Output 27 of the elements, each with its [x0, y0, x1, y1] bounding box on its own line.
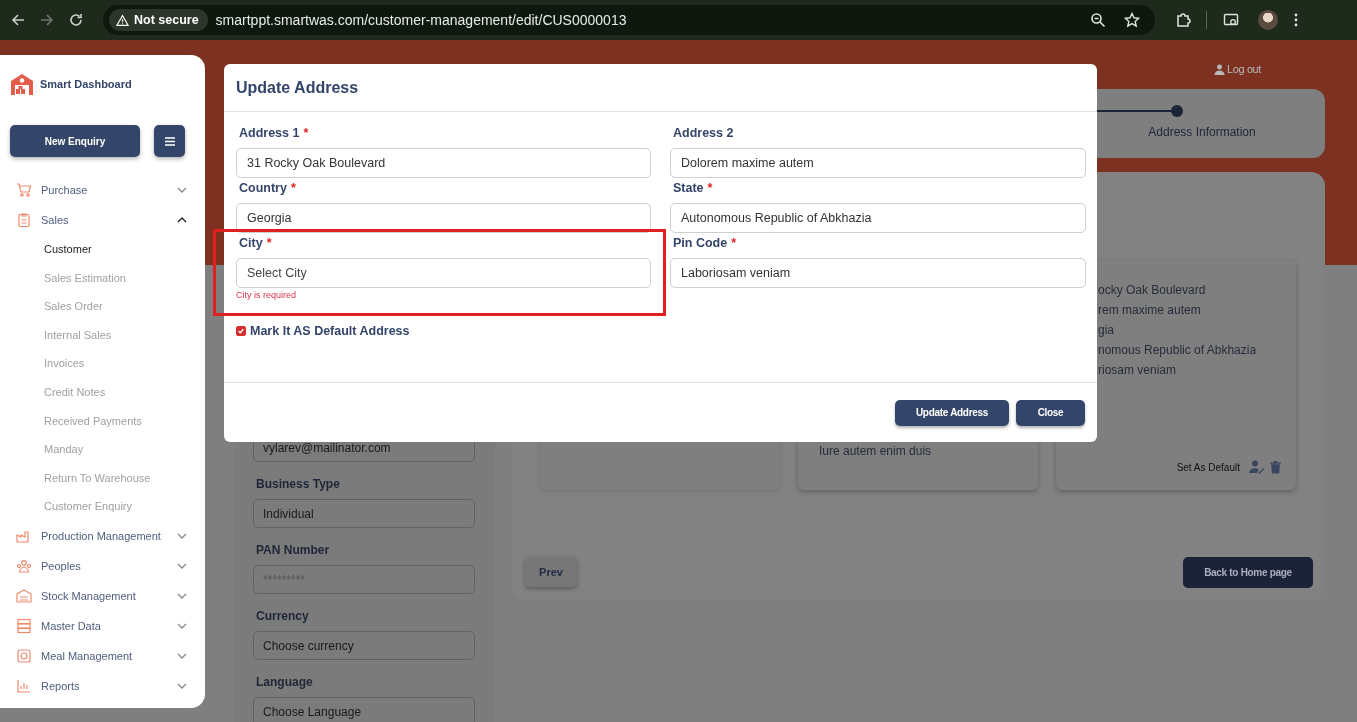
checkbox-label: Mark It AS Default Address: [250, 324, 410, 338]
error-message: City is required: [236, 290, 297, 300]
required-mark: *: [731, 236, 737, 252]
required-mark: *: [266, 236, 272, 252]
field-label: State: [673, 181, 704, 197]
field-label: Currency: [256, 609, 310, 623]
address-line: gia: [1098, 322, 1115, 339]
required-mark: *: [707, 181, 713, 197]
address-line: riosam veniam: [1098, 362, 1178, 379]
field-label: Address 1: [239, 126, 300, 142]
address-line: nomous Republic of Abkhazia: [1098, 342, 1258, 359]
field-label: PAN Number: [256, 543, 331, 557]
field-label: City: [239, 236, 263, 252]
required-mark: *: [303, 126, 309, 142]
field-label: Pin Code: [673, 236, 728, 252]
field-label: Address 2: [673, 126, 734, 142]
brand-name: Smart Dashboard: [40, 78, 132, 90]
field-label: Language: [256, 675, 314, 689]
address-line: ocky Oak Boulevard: [1098, 282, 1207, 299]
address-line: rem maxime autem: [1098, 302, 1202, 319]
dialog-title: Update Address: [236, 78, 359, 97]
url-text: smartppt.smartwas.com/customer-management/edit/CUS0000013: [215, 12, 627, 28]
required-mark: *: [290, 181, 296, 197]
step-label: Address Information: [1147, 125, 1256, 139]
field-label: Country: [239, 181, 287, 197]
field-label: Business Type: [256, 477, 341, 491]
address-line: Iure autem enim duis: [819, 443, 933, 460]
